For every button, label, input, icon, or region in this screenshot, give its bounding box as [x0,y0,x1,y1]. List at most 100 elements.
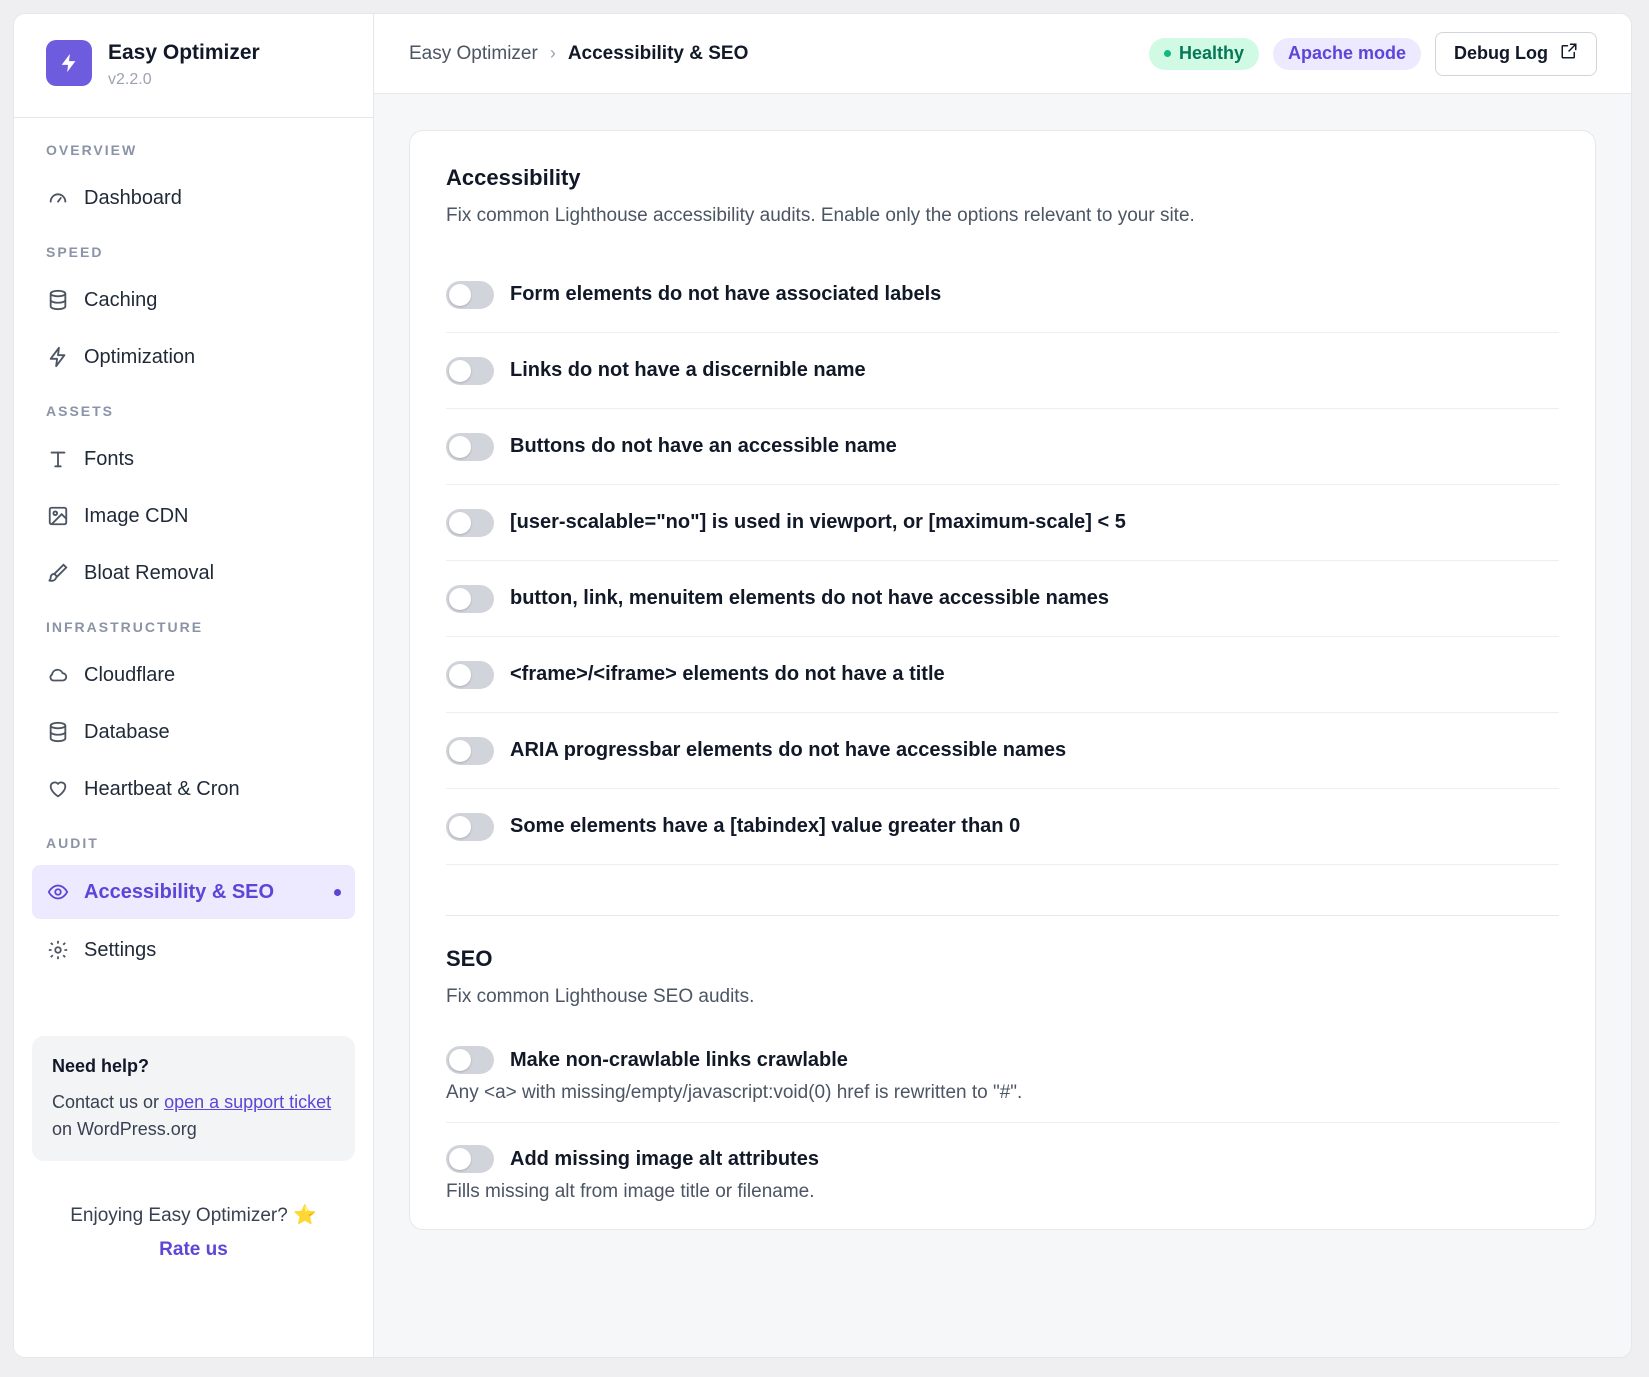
breadcrumb-current: Accessibility & SEO [567,42,749,64]
option-label: [user-scalable="no"] is used in viewport… [510,511,1126,533]
heart-icon [46,777,70,801]
active-indicator-dot [334,889,341,896]
app-window: Easy Optimizer v2.2.0 OVERVIEW Dashboard… [13,13,1632,1358]
accessibility-description: Fix common Lighthouse accessibility audi… [446,205,1195,226]
option-row: button, link, menuitem elements do not h… [446,561,1559,637]
gauge-icon [46,186,70,210]
sidebar-item-label: Bloat Removal [84,561,215,584]
gear-icon [46,938,70,962]
lightning-icon [46,345,70,369]
toggle-switch[interactable] [446,584,494,613]
sidebar-item-bloat-removal[interactable]: Bloat Removal [32,547,355,599]
toggle-switch[interactable] [446,812,494,841]
option-row: Form elements do not have associated lab… [446,257,1559,333]
breadcrumb-root[interactable]: Easy Optimizer [409,43,538,65]
sidebar-item-label: Caching [84,288,158,311]
mode-badge: Apache mode [1272,37,1422,70]
status-badge-label: Healthy [1178,43,1244,63]
breadcrumb-separator: › [549,43,556,63]
option-row: Some elements have a [tabindex] value gr… [446,789,1559,865]
breadcrumb: Easy Optimizer › Accessibility & SEO [409,43,748,65]
option-label: Buttons do not have an accessible name [510,435,897,457]
settings-card: Accessibility Fix common Lighthouse acce… [409,130,1596,1230]
brand-name: Easy Optimizer [108,41,260,64]
sidebar-item-optimization[interactable]: Optimization [32,331,355,383]
option-row: <frame>/<iframe> elements do not have a … [446,637,1559,713]
sidebar-item-dashboard[interactable]: Dashboard [32,172,355,224]
sidebar-item-settings[interactable]: Settings [32,924,355,976]
sidebar-item-accessibility-seo[interactable]: Accessibility & SEO [32,865,355,919]
option-label: Some elements have a [tabindex] value gr… [510,815,1021,837]
option-label: Add missing image alt attributes [510,1147,819,1170]
sidebar-nav: OVERVIEW Dashboard SPEED Caching Optimiz… [14,118,373,976]
toggle-switch[interactable] [446,280,494,309]
sidebar-item-label: Cloudflare [84,663,176,686]
help-text-before: Contact us or [52,1092,165,1112]
sidebar-item-fonts[interactable]: Fonts [32,433,355,485]
sidebar-item-caching[interactable]: Caching [32,274,355,326]
nav-section-overview: OVERVIEW [46,142,138,158]
option-label: Links do not have a discernible name [510,359,866,381]
sidebar-item-image-cdn[interactable]: Image CDN [32,490,355,542]
sidebar-item-label: Database [84,720,170,743]
sidebar-item-label: Image CDN [84,504,189,527]
option-row: Links do not have a discernible name [446,333,1559,409]
toggle-switch[interactable] [446,1145,494,1173]
support-ticket-link[interactable]: open a support ticket [164,1092,331,1112]
sidebar-item-label: Accessibility & SEO [84,880,275,903]
nav-section-speed: SPEED [46,244,104,260]
database-icon [46,288,70,312]
toggle-switch[interactable] [446,660,494,689]
sidebar-item-database[interactable]: Database [32,706,355,758]
toggle-switch[interactable] [446,1046,494,1074]
toggle-switch[interactable] [446,356,494,385]
rate-us-link[interactable]: Rate us [14,1239,373,1261]
cloud-icon [46,663,70,687]
sidebar-item-heartbeat-cron[interactable]: Heartbeat & Cron [32,763,355,815]
option-label: <frame>/<iframe> elements do not have a … [510,663,945,685]
lightning-logo-icon [46,40,92,86]
option-head: Add missing image alt attributes [446,1145,1559,1173]
option-row: Add missing image alt attributes Fills m… [446,1123,1559,1221]
status-dot-icon [1163,50,1171,57]
external-link-icon [1560,42,1578,65]
rate-text: Enjoying Easy Optimizer? ⭐ [70,1205,317,1226]
option-help: Fills missing alt from image title or fi… [446,1181,815,1202]
database-icon [46,720,70,744]
main-content: Easy Optimizer › Accessibility & SEO Hea… [374,14,1631,1357]
help-text: Contact us or open a support ticket on W… [52,1089,335,1143]
type-icon [46,447,70,471]
help-text-after: on WordPress.org [52,1119,197,1139]
debug-log-button[interactable]: Debug Log [1435,31,1597,76]
rate-prompt: Enjoying Easy Optimizer? ⭐ Rate us [14,1203,373,1261]
accessibility-options: Form elements do not have associated lab… [446,257,1559,865]
option-help: Any <a> with missing/empty/javascript:vo… [446,1082,1023,1103]
help-card: Need help? Contact us or open a support … [32,1036,355,1161]
toggle-switch[interactable] [446,432,494,461]
option-label: Make non-crawlable links crawlable [510,1048,848,1071]
seo-title: SEO [446,946,493,971]
toggle-switch[interactable] [446,508,494,537]
toggle-switch[interactable] [446,736,494,765]
nav-section-infrastructure: INFRASTRUCTURE [46,619,204,635]
nav-section-audit: AUDIT [46,835,99,851]
brand-version: v2.2.0 [108,71,152,88]
debug-log-label: Debug Log [1454,43,1548,63]
help-title: Need help? [52,1056,150,1076]
seo-section: SEO Fix common Lighthouse SEO audits. Ma… [446,915,1559,1221]
seo-description: Fix common Lighthouse SEO audits. [446,986,755,1007]
option-label: Form elements do not have associated lab… [510,283,942,305]
sidebar-item-label: Heartbeat & Cron [84,777,240,800]
sidebar-item-cloudflare[interactable]: Cloudflare [32,649,355,701]
status-badge: Healthy [1148,37,1259,70]
sidebar-item-label: Settings [84,938,157,961]
topbar: Easy Optimizer › Accessibility & SEO Hea… [374,14,1631,94]
option-head: Make non-crawlable links crawlable [446,1046,1559,1074]
accessibility-title: Accessibility [446,165,581,190]
option-row: ARIA progressbar elements do not have ac… [446,713,1559,789]
sidebar-item-label: Dashboard [84,186,182,209]
brand: Easy Optimizer v2.2.0 [14,14,373,118]
topbar-actions: Healthy Apache mode Debug Log [1148,31,1597,76]
option-label: ARIA progressbar elements do not have ac… [510,739,1067,761]
nav-section-assets: ASSETS [46,403,115,419]
